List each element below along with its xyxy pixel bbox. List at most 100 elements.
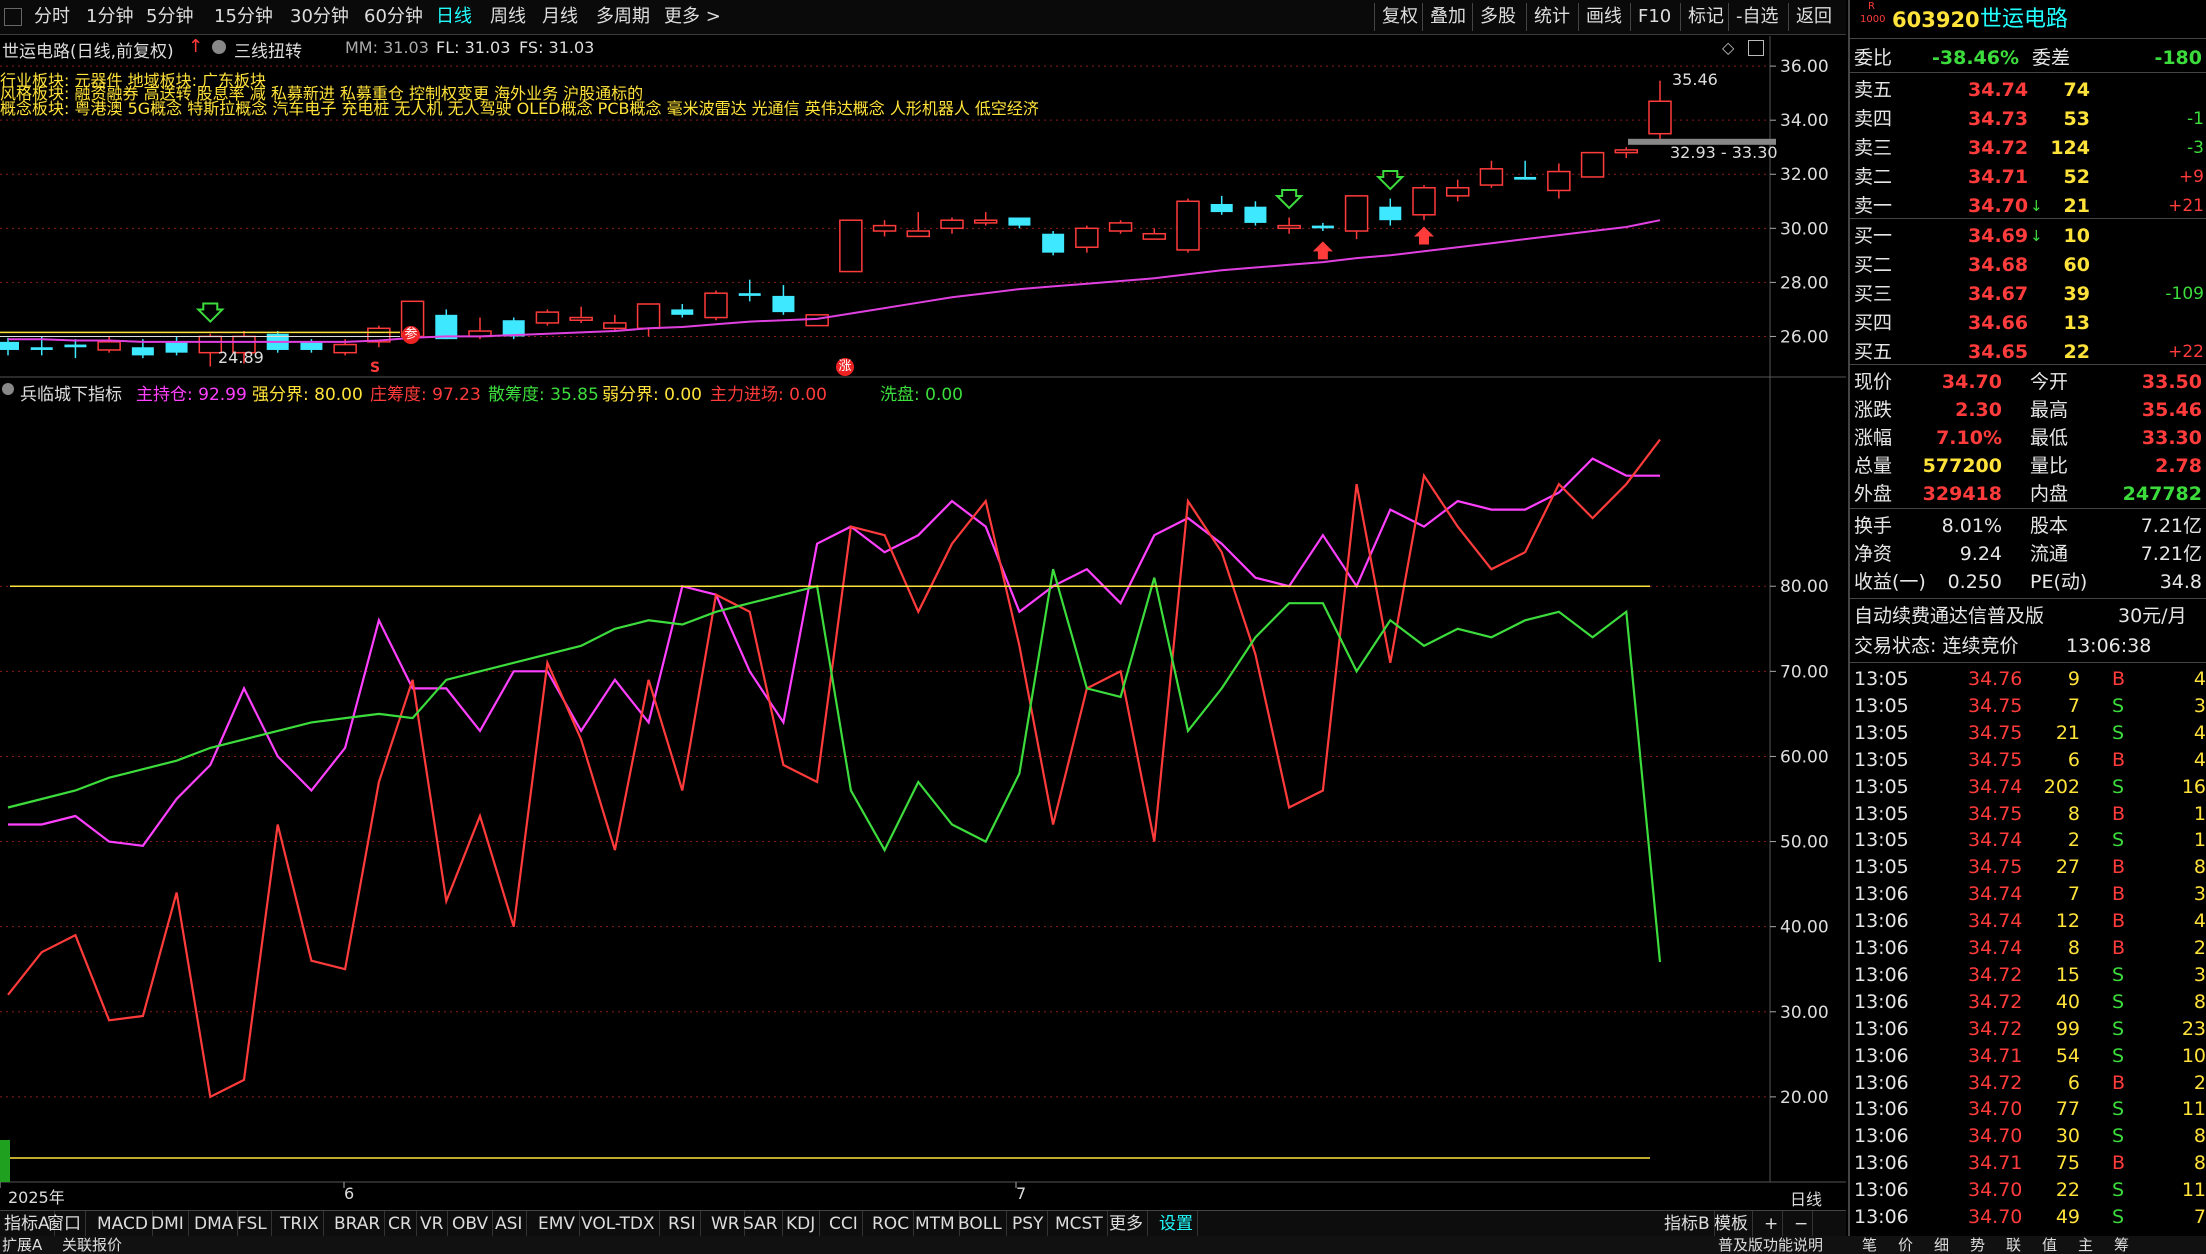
tick-count: 16 — [2181, 775, 2206, 798]
tick-count: 4 — [2193, 748, 2206, 771]
toolbar-button[interactable]: 复权 — [1374, 3, 1425, 31]
indicator-tab[interactable]: DMI — [147, 1211, 189, 1237]
indicator-tab-right[interactable]: − — [1790, 1211, 1814, 1237]
indicator-tab[interactable]: TRIX — [276, 1211, 324, 1237]
bottom-right-tab[interactable]: 筹 — [2114, 1236, 2129, 1254]
indicator-tab[interactable]: VOL-TDX — [577, 1211, 660, 1237]
indicator-settings-icon[interactable] — [2, 383, 14, 395]
toolbar-button[interactable]: 叠加 — [1422, 3, 1473, 31]
tick-price: 34.72 — [1968, 1071, 2023, 1094]
toolbar-button[interactable]: -自选 — [1728, 3, 1786, 31]
indicator-tab-right[interactable]: 模板 — [1710, 1211, 1753, 1237]
indicator-tab[interactable]: DMA — [190, 1211, 239, 1237]
indicator-tab-right[interactable]: + — [1760, 1211, 1784, 1237]
indicator-tab[interactable]: MCST — [1051, 1211, 1108, 1237]
indicator-tab-right[interactable]: 指标B — [1660, 1211, 1715, 1237]
window-menu-icon[interactable] — [4, 8, 22, 26]
indicator-tab[interactable]: EMV — [534, 1211, 581, 1237]
diamond-icon[interactable]: ◇ — [1722, 38, 1734, 57]
legend-value: 97.23 — [432, 385, 481, 405]
up-signal-icon — [1312, 241, 1333, 260]
indicator-tab[interactable]: ROC — [868, 1211, 915, 1237]
toolbar-button[interactable]: 返回 — [1788, 3, 1839, 31]
tick-side: B — [2112, 937, 2126, 959]
indicator-tab[interactable]: 更多 — [1105, 1211, 1148, 1237]
tick-count: 3 — [2193, 883, 2206, 906]
bottom-right-tab[interactable]: 主 — [2078, 1236, 2093, 1254]
period-tab[interactable]: 60分钟 — [364, 4, 423, 30]
indicator-tab[interactable]: BRAR — [330, 1211, 386, 1237]
price-tick-label: 34.00 — [1780, 111, 1829, 131]
bottom-right-tab[interactable]: 普及版功能说明 — [1718, 1236, 1823, 1254]
promo-text: 自动续费通达信普及版 — [1854, 605, 2045, 627]
tick-time: 13:05 — [1854, 721, 1909, 744]
indicator-tab[interactable]: 窗口 — [43, 1211, 86, 1237]
period-tab[interactable]: 5分钟 — [146, 4, 193, 30]
tick-volume: 12 — [2055, 910, 2080, 933]
bottom-right-tab[interactable]: 值 — [2042, 1236, 2057, 1254]
maximize-icon[interactable] — [1748, 40, 1764, 56]
indicator-tab[interactable]: ASI — [491, 1211, 528, 1237]
tick-price: 34.71 — [1968, 1152, 2023, 1175]
period-tab[interactable]: 日线 — [436, 4, 472, 30]
period-tab[interactable]: 多周期 — [596, 4, 650, 30]
period-tab[interactable]: 1分钟 — [86, 4, 133, 30]
tick-volume: 99 — [2055, 1017, 2080, 1040]
book-label: 卖五 — [1854, 79, 1893, 101]
bottom-tab[interactable]: 关联报价 — [62, 1236, 122, 1254]
period-tab[interactable]: 30分钟 — [290, 4, 349, 30]
bottom-right-tab[interactable]: 联 — [2006, 1236, 2021, 1254]
tick-time: 13:06 — [1854, 910, 1909, 933]
stock-name[interactable]: 世运电路 — [1980, 6, 2068, 34]
indicator-tab[interactable]: MACD — [93, 1211, 153, 1237]
book-volume: 124 — [2050, 137, 2090, 159]
candle-body — [1075, 227, 1099, 248]
quote-panel: R 1000 603920 世运电路 委比 -38.46% 委差 -180 卖五… — [1848, 0, 2206, 1254]
indicator-tab[interactable]: CR — [384, 1211, 417, 1237]
indicator-tab[interactable]: RSI — [664, 1211, 701, 1237]
tick-price: 34.74 — [1968, 910, 2023, 933]
candle-body — [1379, 206, 1402, 221]
chart-panel: 36.00 34.00 32.00 30.00 28.00 26.00 80.00 70.00… — [0, 36, 1846, 1214]
indicator-tab[interactable]: FSL — [233, 1211, 272, 1237]
toolbar-button[interactable]: 多股 — [1472, 3, 1523, 31]
bottom-right-tab[interactable]: 势 — [1970, 1236, 1985, 1254]
candle-body — [64, 344, 87, 348]
tick-price: 34.72 — [1968, 963, 2023, 986]
period-tab[interactable]: 月线 — [542, 4, 578, 30]
promo-row[interactable]: 自动续费通达信普及版 30元/月 — [1850, 602, 2206, 630]
toolbar-button[interactable]: F10 — [1630, 3, 1678, 31]
tick-row: 13:06 34.71 54 S 10 — [1850, 1043, 2206, 1069]
indicator-tab[interactable]: PSY — [1008, 1211, 1049, 1237]
fs-value: FS: 31.03 — [519, 38, 595, 57]
indicator-tab[interactable]: CCI — [825, 1211, 863, 1237]
candle-body — [704, 292, 728, 319]
period-tab[interactable]: 周线 — [490, 4, 526, 30]
bottom-tab[interactable]: 扩展A — [2, 1236, 42, 1254]
indicator-tab[interactable]: SAR — [739, 1211, 783, 1237]
tick-price: 34.70 — [1968, 1098, 2023, 1121]
bottom-right-tab[interactable]: 价 — [1898, 1236, 1913, 1254]
book-volume: 52 — [2063, 166, 2090, 188]
kline-chart[interactable]: 36.0034.0032.0030.0028.0026.0080.0070.00… — [0, 36, 1846, 1214]
toolbar-button[interactable]: 标记 — [1680, 3, 1731, 31]
bottom-right-tab[interactable]: 笔 — [1862, 1236, 1877, 1254]
tick-time: 13:06 — [1854, 1206, 1909, 1228]
period-tab[interactable]: 分时 — [34, 4, 70, 30]
toolbar-button[interactable]: 画线 — [1578, 3, 1629, 31]
indicator-tab[interactable]: MTM — [911, 1211, 960, 1237]
settings-dot-icon[interactable] — [212, 40, 226, 54]
book-label: 卖二 — [1854, 166, 1893, 188]
indicator-tab[interactable]: 设置 — [1155, 1211, 1198, 1237]
toolbar-button[interactable]: 统计 — [1526, 3, 1577, 31]
period-tab[interactable]: 更多 > — [664, 4, 721, 30]
indicator-tab[interactable]: VR — [416, 1211, 449, 1237]
bid-row: 买三 34.67 39 -109 — [1850, 280, 2206, 308]
indicator-tab[interactable]: BOLL — [954, 1211, 1007, 1237]
high-price-label: 35.46 — [1672, 70, 1718, 89]
indicator-tab[interactable]: OBV — [448, 1211, 494, 1237]
period-tab[interactable]: 15分钟 — [214, 4, 273, 30]
can-marker: 参 — [402, 326, 420, 344]
indicator-tab[interactable]: KDJ — [782, 1211, 821, 1237]
bottom-right-tab[interactable]: 细 — [1934, 1236, 1949, 1254]
